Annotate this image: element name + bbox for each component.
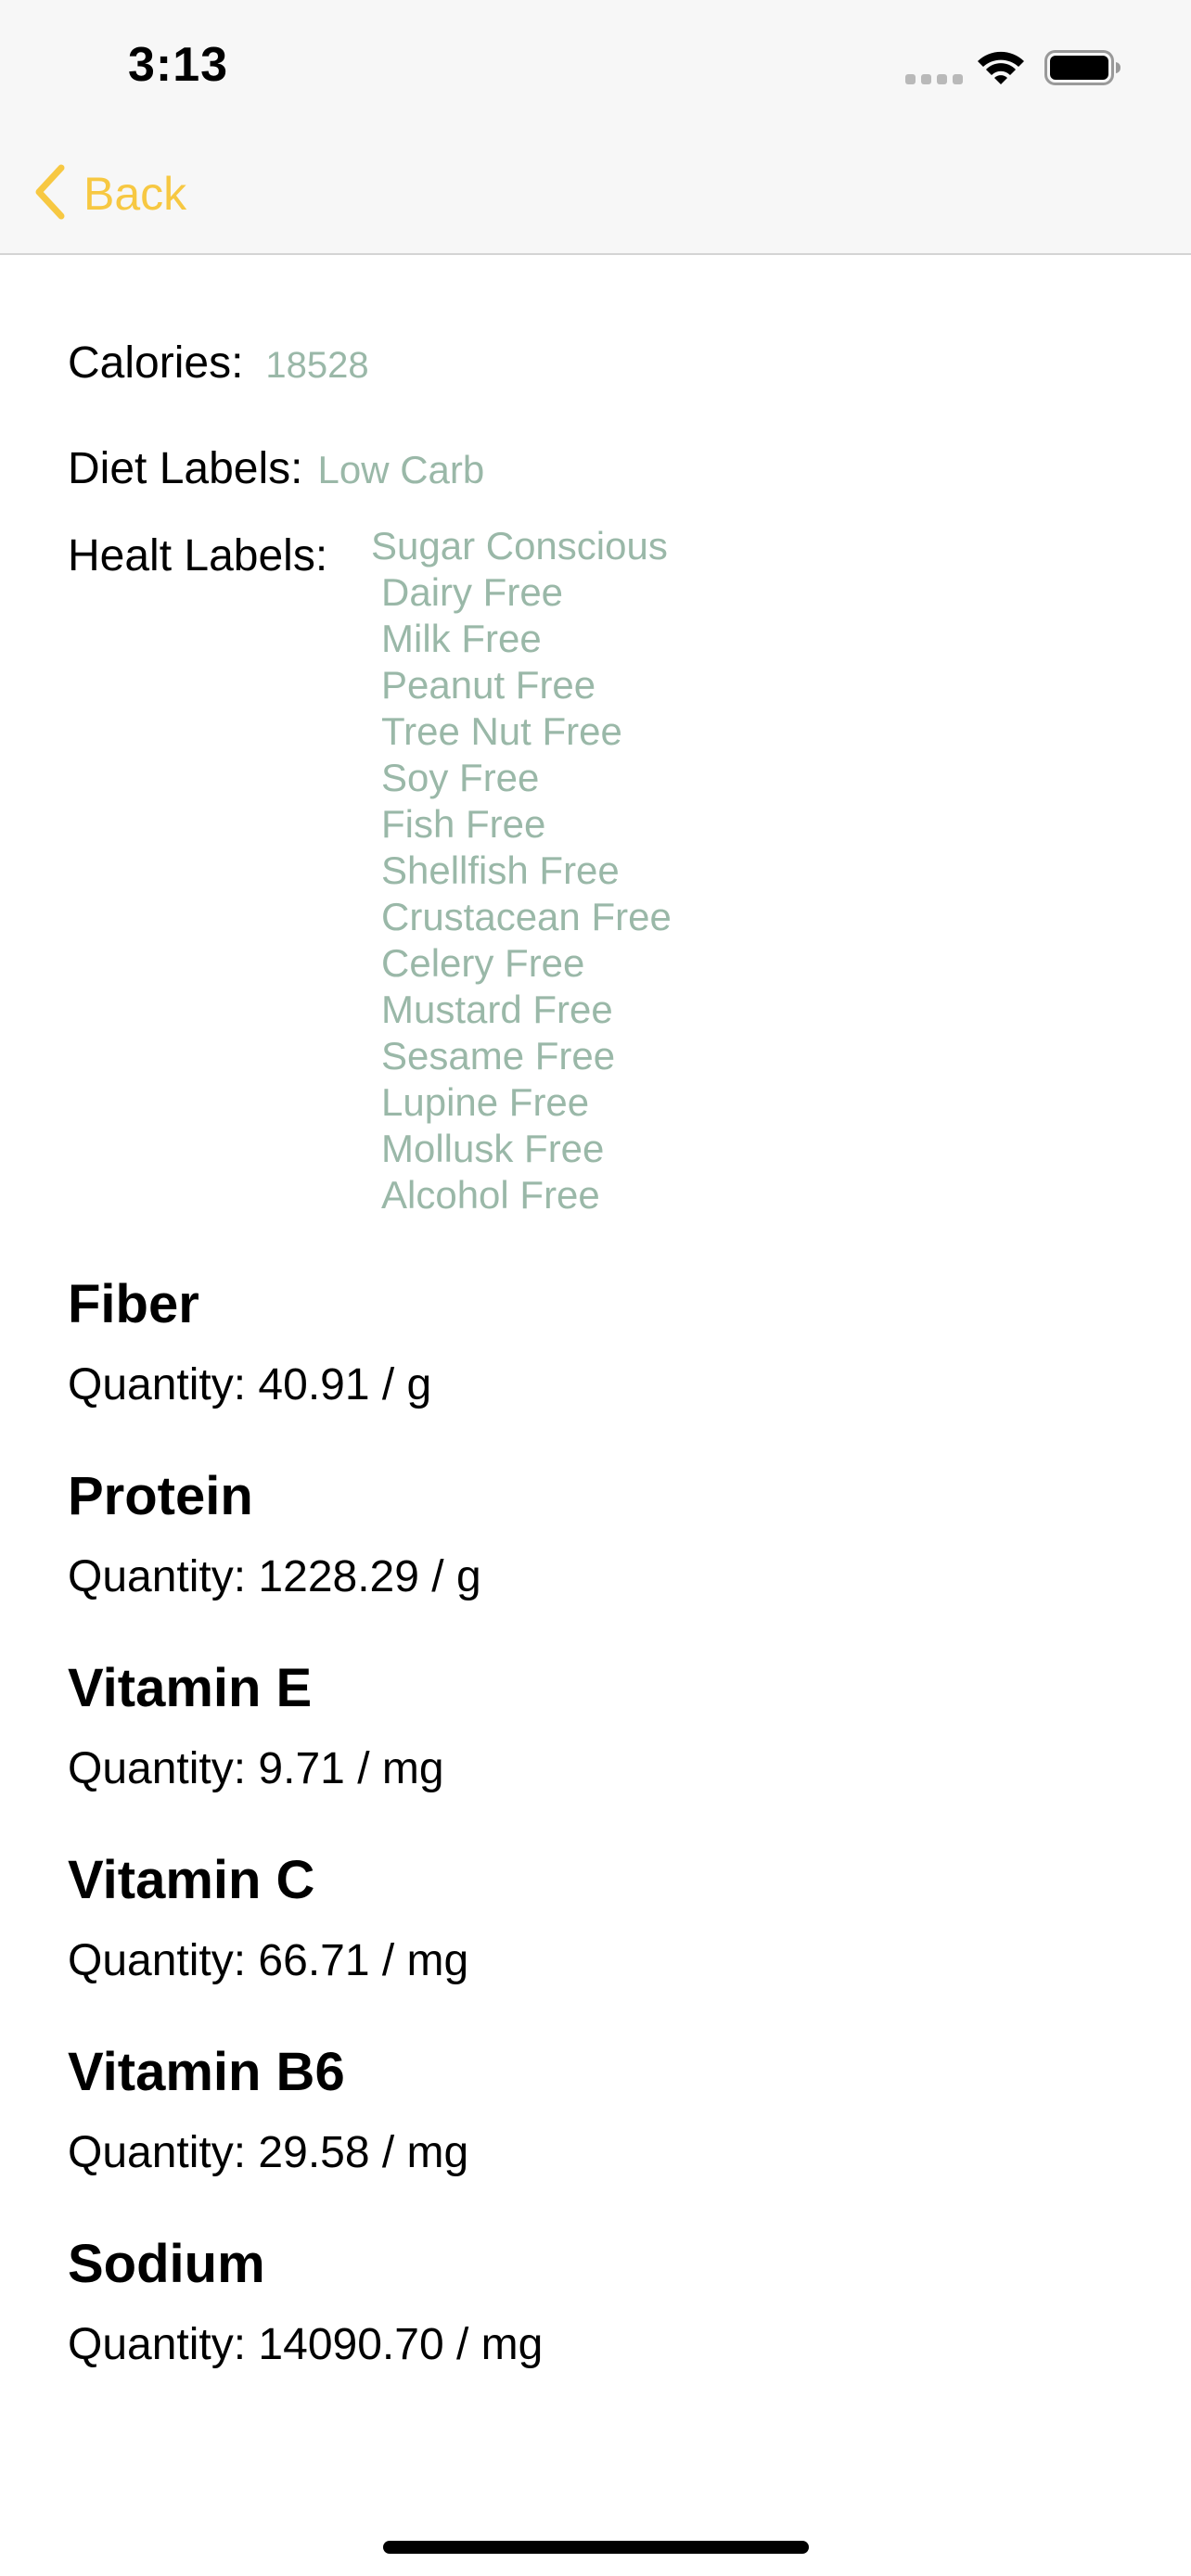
health-label-item: Sugar Conscious <box>371 524 668 567</box>
nutrient-quantity: Quantity: 66.71 / mg <box>68 1936 469 1985</box>
health-label-item: Milk Free <box>381 617 542 660</box>
status-time: 3:13 <box>128 38 229 92</box>
calories-value: 18528 <box>265 345 369 386</box>
nutrient-quantity: Quantity: 14090.70 / mg <box>68 2320 544 2369</box>
health-label-item: Shellfish Free <box>381 848 620 892</box>
nutrient-name: Sodium <box>68 2234 265 2294</box>
nutrient-quantity: Quantity: 9.71 / mg <box>68 1744 444 1793</box>
nutrient-quantity: Quantity: 40.91 / g <box>68 1360 432 1409</box>
wifi-icon <box>976 48 1026 90</box>
health-label-item: Alcohol Free <box>381 1173 600 1217</box>
calories-row: Calories: 18528 <box>68 338 369 389</box>
nutrient-name: Vitamin C <box>68 1850 315 1910</box>
nutrient-name: Protein <box>68 1466 253 1526</box>
battery-icon <box>1044 50 1122 90</box>
status-bar: 3:13 <box>0 0 1191 139</box>
health-label-item: Lupine Free <box>381 1080 590 1124</box>
nutrient-item: Vitamin E Quantity: 9.71 / mg <box>68 1656 444 1797</box>
back-button[interactable]: Back <box>33 161 186 226</box>
health-label-item: Mollusk Free <box>381 1127 605 1170</box>
nutrient-item: Vitamin B6 Quantity: 29.58 / mg <box>68 2040 468 2181</box>
health-label-item: Sesame Free <box>381 1034 616 1078</box>
health-labels-list: Sugar Conscious Dairy Free Milk Free Pea… <box>371 523 672 1218</box>
nutrient-quantity: Quantity: 1228.29 / g <box>68 1552 481 1601</box>
nutrient-item: Vitamin C Quantity: 66.71 / mg <box>68 1848 468 1989</box>
health-label-item: Soy Free <box>381 756 540 799</box>
health-labels-label: Healt Labels: <box>68 531 328 580</box>
health-label-item: Crustacean Free <box>381 895 672 938</box>
health-label-item: Peanut Free <box>381 663 596 707</box>
nutrient-item: Sodium Quantity: 14090.70 / mg <box>68 2232 543 2373</box>
nutrient-name: Fiber <box>68 1274 199 1334</box>
diet-labels-row: Diet Labels: Low Carb <box>68 443 484 494</box>
diet-labels-value: Low Carb <box>317 448 485 491</box>
chevron-left-icon <box>33 164 67 224</box>
health-label-item: Celery Free <box>381 941 585 985</box>
nutrient-quantity: Quantity: 29.58 / mg <box>68 2128 469 2177</box>
home-indicator[interactable] <box>383 2541 809 2554</box>
nutrient-name: Vitamin E <box>68 1658 313 1718</box>
cellular-signal-icon <box>905 74 963 84</box>
nutrient-name: Vitamin B6 <box>68 2042 345 2102</box>
nutrient-item: Fiber Quantity: 40.91 / g <box>68 1272 431 1413</box>
health-label-item: Dairy Free <box>381 570 564 614</box>
back-button-label: Back <box>83 168 187 220</box>
calories-label: Calories: <box>68 338 244 388</box>
health-label-item: Tree Nut Free <box>381 709 622 753</box>
navigation-bar: Back <box>0 139 1191 255</box>
health-label-item: Fish Free <box>381 802 546 846</box>
clipped-next-nutrient <box>68 2429 235 2441</box>
nutrient-item: Protein Quantity: 1228.29 / g <box>68 1464 481 1605</box>
health-label-item: Mustard Free <box>381 988 613 1031</box>
diet-labels-label: Diet Labels: <box>68 444 303 493</box>
